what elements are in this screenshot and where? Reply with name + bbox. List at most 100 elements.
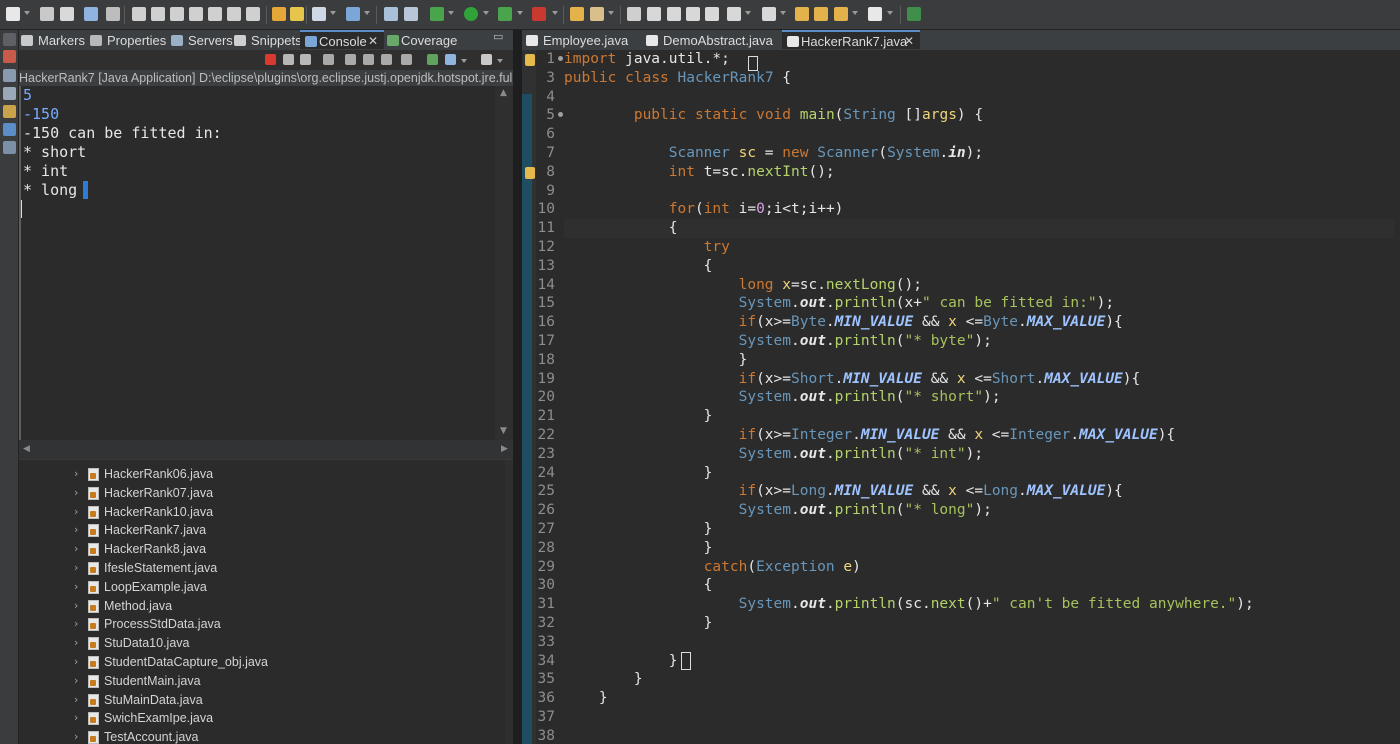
annotation-dropdown-icon[interactable] bbox=[745, 11, 751, 15]
code-line[interactable]: long x=sc.nextLong(); bbox=[564, 276, 1394, 295]
code-line[interactable] bbox=[564, 727, 1394, 744]
word-wrap-icon[interactable] bbox=[363, 54, 374, 65]
code-line[interactable]: if(x>=Long.MIN_VALUE && x <=Long.MAX_VAL… bbox=[564, 482, 1394, 501]
chevron-right-icon[interactable]: › bbox=[74, 655, 78, 668]
code-line[interactable]: if(x>=Byte.MIN_VALUE && x <=Byte.MAX_VAL… bbox=[564, 313, 1394, 332]
terminate-icon[interactable] bbox=[265, 54, 276, 65]
tree-item[interactable]: › StuData10.java bbox=[19, 634, 499, 653]
fold-icon[interactable] bbox=[558, 112, 563, 118]
save-icon[interactable] bbox=[40, 7, 54, 21]
show-whitespace-icon[interactable] bbox=[705, 7, 719, 21]
toggle-mark-icon[interactable] bbox=[647, 7, 661, 21]
tab-servers[interactable]: Servers bbox=[171, 31, 233, 50]
code-line[interactable]: if(x>=Integer.MIN_VALUE && x <=Integer.M… bbox=[564, 426, 1394, 445]
open-console-icon[interactable] bbox=[481, 54, 492, 65]
display-console-icon[interactable] bbox=[445, 54, 456, 65]
open-task-icon[interactable] bbox=[290, 7, 304, 21]
back-dropdown-icon[interactable] bbox=[852, 11, 858, 15]
project-dropdown-icon[interactable] bbox=[330, 11, 336, 15]
pin-editor-icon[interactable] bbox=[762, 7, 776, 21]
debug-dropdown-icon[interactable] bbox=[448, 11, 454, 15]
close-icon[interactable]: ✕ bbox=[904, 32, 914, 51]
tree-item[interactable]: › StudentDataCapture_obj.java bbox=[19, 653, 499, 672]
hierarchy-icon[interactable] bbox=[3, 87, 16, 100]
chevron-right-icon[interactable]: › bbox=[74, 467, 78, 480]
restore-icon[interactable] bbox=[3, 50, 16, 63]
code-line[interactable]: System.out.println("* short"); bbox=[564, 388, 1394, 407]
search-icon[interactable] bbox=[404, 7, 418, 21]
class-dropdown-icon[interactable] bbox=[364, 11, 370, 15]
console-vertical-scrollbar[interactable]: ▲ ▼ bbox=[495, 86, 513, 440]
chevron-right-icon[interactable]: › bbox=[74, 674, 78, 687]
chevron-right-icon[interactable]: › bbox=[74, 486, 78, 499]
console-view-icon[interactable] bbox=[84, 7, 98, 21]
code-line[interactable]: } bbox=[564, 614, 1394, 633]
code-line[interactable]: { bbox=[564, 219, 1394, 238]
step-over-icon[interactable] bbox=[227, 7, 241, 21]
scroll-down-icon[interactable]: ▼ bbox=[500, 426, 507, 436]
tree-item[interactable]: › HackerRank07.java bbox=[19, 484, 499, 503]
next-annotation-icon[interactable] bbox=[727, 7, 741, 21]
next-edit-icon[interactable] bbox=[814, 7, 828, 21]
block-selection-icon[interactable] bbox=[686, 7, 700, 21]
new-java-project-icon[interactable] bbox=[312, 7, 326, 21]
code-line[interactable]: { bbox=[564, 576, 1394, 595]
clear-console-icon[interactable] bbox=[323, 54, 334, 65]
tab-coverage[interactable]: Coverage bbox=[385, 31, 465, 50]
code-line[interactable]: public static void main(String []args) { bbox=[564, 106, 1394, 125]
tree-item[interactable]: › HackerRank8.java bbox=[19, 540, 499, 559]
tree-item[interactable]: › StuMainData.java bbox=[19, 691, 499, 710]
forward-dropdown-icon[interactable] bbox=[887, 11, 893, 15]
view-sash[interactable] bbox=[513, 30, 522, 744]
tree-item[interactable]: › HackerRank7.java bbox=[19, 521, 499, 540]
disconnect-icon[interactable] bbox=[189, 7, 203, 21]
code-line[interactable]: { bbox=[564, 257, 1394, 276]
code-line[interactable]: System.out.println("* byte"); bbox=[564, 332, 1394, 351]
problems-icon[interactable] bbox=[3, 141, 16, 154]
scroll-right-icon[interactable]: ▶ bbox=[501, 444, 508, 454]
code-line[interactable]: System.out.println("* int"); bbox=[564, 445, 1394, 464]
new-java-class-icon[interactable] bbox=[346, 7, 360, 21]
external-tools-icon[interactable] bbox=[532, 7, 546, 21]
tasks-icon[interactable] bbox=[3, 105, 16, 118]
code-line[interactable]: } bbox=[564, 520, 1394, 539]
tab-properties[interactable]: Properties bbox=[90, 31, 168, 50]
console-output[interactable]: 5 -150 -150 can be fitted in: * short * … bbox=[19, 86, 495, 440]
chevron-right-icon[interactable]: › bbox=[74, 505, 78, 518]
scroll-up-icon[interactable]: ▲ bbox=[500, 88, 507, 98]
code-line[interactable]: try bbox=[564, 238, 1394, 257]
remove-all-icon[interactable] bbox=[300, 54, 311, 65]
chevron-right-icon[interactable]: › bbox=[74, 730, 78, 743]
tab-snippets[interactable]: Snippets bbox=[234, 31, 302, 50]
scroll-left-icon[interactable]: ◀ bbox=[23, 444, 30, 454]
minimize-icon[interactable]: ▭ bbox=[493, 30, 503, 43]
tree-item[interactable]: › StudentMain.java bbox=[19, 672, 499, 691]
tree-item[interactable]: › HackerRank06.java bbox=[19, 465, 499, 484]
chevron-right-icon[interactable]: › bbox=[74, 711, 78, 724]
annotation-icon[interactable] bbox=[627, 7, 641, 21]
code-line[interactable]: for(int i=0;i<t;i++) bbox=[564, 200, 1394, 219]
skip-breakpoints-icon[interactable] bbox=[106, 7, 120, 21]
step-return-icon[interactable] bbox=[246, 7, 260, 21]
step-into-icon[interactable] bbox=[208, 7, 222, 21]
tree-item[interactable]: › Method.java bbox=[19, 597, 499, 616]
code-line[interactable] bbox=[564, 88, 1394, 107]
tree-item[interactable]: › TestAccount.java bbox=[19, 728, 499, 744]
code-line[interactable]: } bbox=[564, 670, 1394, 689]
web-browser-icon[interactable] bbox=[384, 7, 398, 21]
tab-employee-java[interactable]: Employee.java bbox=[526, 31, 632, 50]
code-line[interactable]: } bbox=[564, 464, 1394, 483]
external-tools-dropdown-icon[interactable] bbox=[552, 11, 558, 15]
chevron-right-icon[interactable]: › bbox=[74, 542, 78, 555]
display-console-dropdown-icon[interactable] bbox=[461, 59, 467, 63]
run-icon[interactable] bbox=[464, 7, 478, 21]
tree-item[interactable]: › IfesleStatement.java bbox=[19, 559, 499, 578]
explorer-vertical-scrollbar[interactable] bbox=[505, 460, 513, 744]
coverage-dropdown-icon[interactable] bbox=[517, 11, 523, 15]
code-line[interactable]: System.out.println(x+" can be fitted in:… bbox=[564, 294, 1394, 313]
tab-demoabstract-java[interactable]: DemoAbstract.java bbox=[646, 31, 778, 50]
resume-icon[interactable] bbox=[132, 7, 146, 21]
chevron-right-icon[interactable]: › bbox=[74, 617, 78, 630]
chevron-right-icon[interactable]: › bbox=[74, 561, 78, 574]
chevron-right-icon[interactable]: › bbox=[74, 580, 78, 593]
